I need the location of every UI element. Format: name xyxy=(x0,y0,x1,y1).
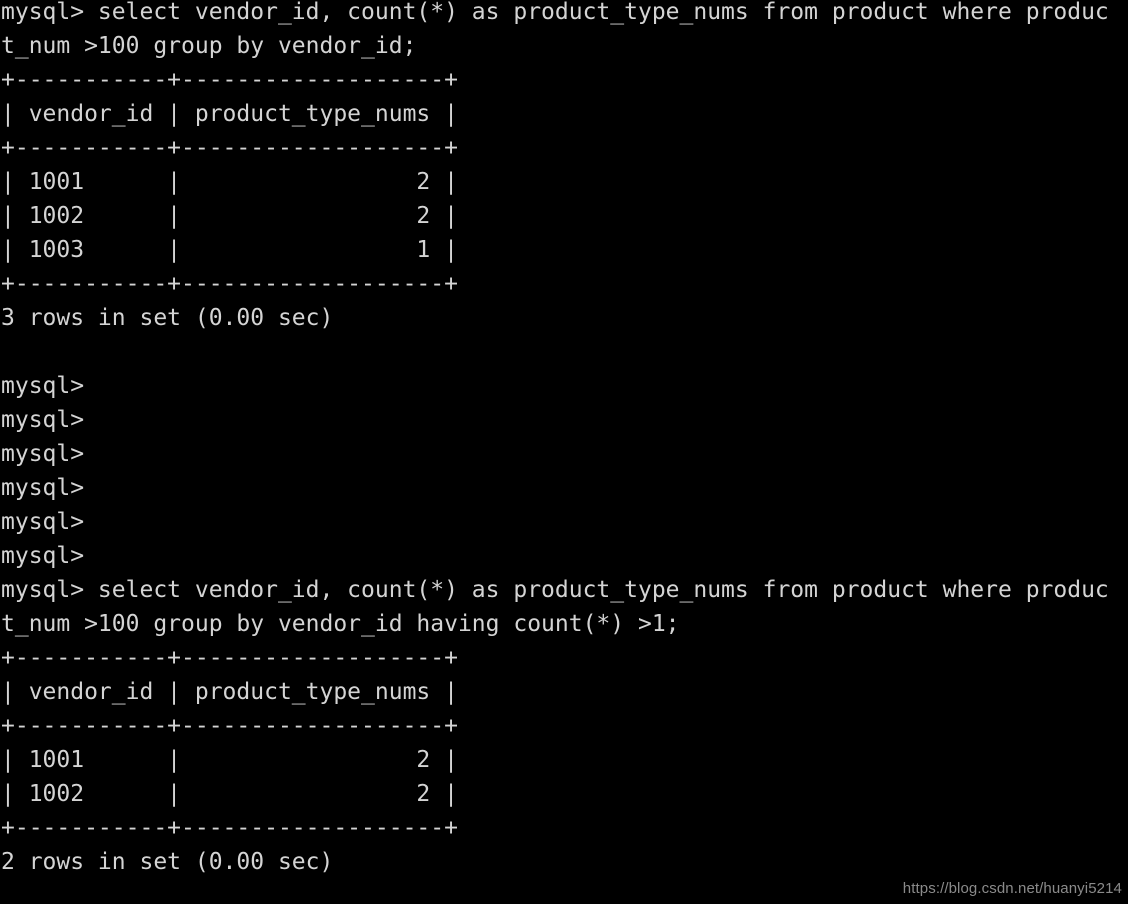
terminal-line: mysql> xyxy=(1,509,85,535)
terminal-line: | 1003 | 1 | xyxy=(1,237,458,263)
terminal-line: mysql> xyxy=(1,441,85,467)
terminal-line: t_num >100 group by vendor_id; xyxy=(1,33,417,59)
watermark-text: https://blog.csdn.net/huanyi5214 xyxy=(902,880,1122,897)
terminal-line: mysql> xyxy=(1,475,85,501)
terminal-window[interactable]: mysql> select vendor_id, count(*) as pro… xyxy=(0,0,1128,904)
terminal-line: | 1002 | 2 | xyxy=(1,781,458,807)
terminal-line: +-----------+-------------------+ xyxy=(1,67,458,93)
terminal-line: | 1001 | 2 | xyxy=(1,169,458,195)
terminal-line: +-----------+-------------------+ xyxy=(1,135,458,161)
terminal-line: mysql> select vendor_id, count(*) as pro… xyxy=(1,0,1109,25)
terminal-line: mysql> xyxy=(1,543,85,569)
terminal-line: | 1002 | 2 | xyxy=(1,203,458,229)
terminal-line: | vendor_id | product_type_nums | xyxy=(1,101,458,127)
terminal-line: mysql> xyxy=(1,407,85,433)
terminal-line: +-----------+-------------------+ xyxy=(1,271,458,297)
terminal-line: +-----------+-------------------+ xyxy=(1,815,458,841)
terminal-line: mysql> xyxy=(1,373,85,399)
terminal-line: mysql> select vendor_id, count(*) as pro… xyxy=(1,577,1109,603)
terminal-line: +-----------+-------------------+ xyxy=(1,713,458,739)
terminal-line: +-----------+-------------------+ xyxy=(1,645,458,671)
terminal-line: t_num >100 group by vendor_id having cou… xyxy=(1,611,680,637)
terminal-line: | 1001 | 2 | xyxy=(1,747,458,773)
terminal-line: 2 rows in set (0.00 sec) xyxy=(1,849,334,875)
terminal-line: 3 rows in set (0.00 sec) xyxy=(1,305,334,331)
terminal-line: | vendor_id | product_type_nums | xyxy=(1,679,458,705)
terminal-output: mysql> select vendor_id, count(*) as pro… xyxy=(1,0,1128,879)
